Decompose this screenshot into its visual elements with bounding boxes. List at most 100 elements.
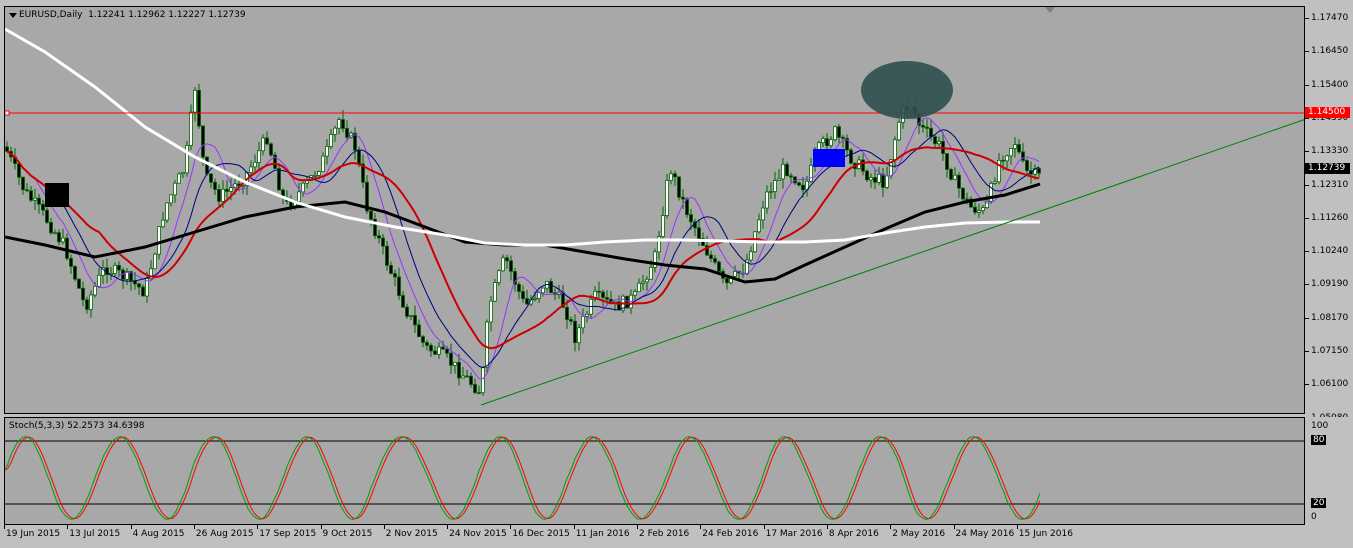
- candle-body: [393, 273, 397, 278]
- candle-body: [893, 139, 897, 160]
- price-tick: [1305, 251, 1309, 253]
- candle-body: [833, 126, 837, 141]
- candle-body: [501, 257, 505, 272]
- chart-menu-arrow-icon[interactable]: [9, 13, 17, 18]
- candle-body: [797, 182, 801, 186]
- candle-body: [661, 215, 665, 238]
- time-tick-label: 2 May 2016: [892, 529, 946, 539]
- time-tick: [826, 525, 828, 529]
- candle-body: [489, 300, 493, 323]
- candle-body: [709, 254, 713, 259]
- candle-body: [1001, 159, 1005, 162]
- candle-body: [841, 136, 845, 139]
- candle-body: [573, 320, 577, 344]
- price-tick: [1305, 117, 1309, 119]
- candle-body: [137, 283, 141, 288]
- price-tick: [1305, 184, 1309, 186]
- candle-body: [297, 191, 301, 203]
- candle-body: [269, 143, 273, 156]
- last-price-tag: 1.12739: [1305, 163, 1350, 174]
- candle-body: [157, 226, 161, 255]
- stochastic-panel[interactable]: Stoch(5,3,3) 52.2573 34.6398: [4, 417, 1305, 525]
- candle-body: [257, 150, 261, 163]
- candle-body: [521, 291, 525, 299]
- trading-terminal-window: EURUSD,Daily 1.12241 1.12962 1.12227 1.1…: [0, 0, 1353, 548]
- price-tick: [1305, 18, 1309, 19]
- candle-body: [669, 173, 673, 181]
- stochastic-level-label: 20: [1311, 498, 1327, 508]
- candle-body: [173, 182, 177, 196]
- candle-body: [577, 327, 581, 344]
- candle-body: [801, 184, 805, 191]
- candle-body: [873, 177, 877, 183]
- time-tick-label: 13 Jul 2015: [69, 529, 121, 539]
- candle-body: [789, 175, 793, 178]
- time-axis[interactable]: 19 Jun 2015 13 Jul 2015 4 Aug 2015 26 Aug 2…: [0, 525, 1305, 548]
- stochastic-axis: 100 80 20 0: [1305, 417, 1353, 525]
- stochastic-level-label: 0: [1311, 512, 1317, 522]
- price-tick: [1305, 351, 1309, 352]
- stochastic-canvas[interactable]: [5, 418, 1305, 525]
- candle-body: [97, 274, 101, 287]
- time-tick: [637, 525, 638, 529]
- candle-body: [965, 198, 969, 201]
- candle-body: [449, 352, 453, 366]
- price-tick-label: 1.06100: [1311, 379, 1349, 390]
- candle-body: [785, 163, 789, 177]
- price-tick: [1305, 151, 1309, 153]
- candle-body: [329, 134, 333, 147]
- candle-body: [261, 137, 265, 152]
- candle-body: [389, 265, 393, 274]
- candle-body: [33, 197, 37, 201]
- candlestick-series: [5, 83, 1041, 396]
- candle-body: [505, 257, 509, 262]
- candle-body: [81, 287, 85, 301]
- candle-body: [41, 203, 45, 211]
- candle-body: [85, 299, 89, 310]
- candle-body: [1005, 155, 1009, 162]
- candle-body: [677, 176, 681, 198]
- candle-body: [533, 298, 537, 300]
- candle-body: [937, 141, 941, 145]
- price-tick-label: 1.16450: [1311, 46, 1349, 57]
- candle-body: [809, 164, 813, 182]
- candle-body: [401, 295, 405, 308]
- candle-body: [949, 168, 953, 180]
- candle-body: [925, 126, 929, 129]
- candle-body: [825, 138, 829, 147]
- time-tick: [383, 525, 385, 529]
- candle-body: [517, 284, 521, 292]
- candle-body: [1017, 144, 1021, 153]
- candle-body: [717, 261, 721, 272]
- price-axis[interactable]: 1.174701.164501.154001.143901.133301.123…: [1305, 6, 1353, 423]
- candle-body: [189, 111, 193, 146]
- candle-body: [761, 207, 765, 221]
- candle-body: [957, 174, 961, 189]
- chart-shift-marker-icon[interactable]: [1045, 7, 1055, 13]
- candle-body: [221, 188, 225, 202]
- candle-body: [113, 264, 117, 274]
- time-tick: [510, 525, 512, 529]
- time-tick-label: 11 Jan 2016: [575, 529, 630, 539]
- candle-body: [77, 278, 81, 289]
- time-tick: [447, 525, 449, 529]
- candle-body: [921, 125, 925, 128]
- candle-body: [681, 196, 685, 200]
- time-tick-label: 9 Oct 2015: [322, 529, 373, 539]
- price-tick-label: 1.11260: [1311, 212, 1349, 223]
- time-tick-label: 24 May 2016: [955, 529, 1015, 539]
- price-chart-panel[interactable]: EURUSD,Daily 1.12241 1.12962 1.12227 1.1…: [4, 6, 1305, 414]
- candle-body: [437, 346, 441, 355]
- candle-body: [493, 282, 497, 302]
- price-tick-label: 1.07150: [1311, 346, 1349, 356]
- candle-body: [485, 321, 489, 368]
- candle-body: [697, 227, 701, 239]
- candle-body: [565, 306, 569, 320]
- candle-body: [765, 191, 769, 209]
- price-chart-canvas[interactable]: [5, 7, 1305, 414]
- candle-body: [249, 166, 253, 173]
- candle-body: [201, 125, 205, 158]
- candle-body: [525, 298, 529, 305]
- candle-body: [881, 173, 885, 188]
- candle-body: [597, 290, 601, 293]
